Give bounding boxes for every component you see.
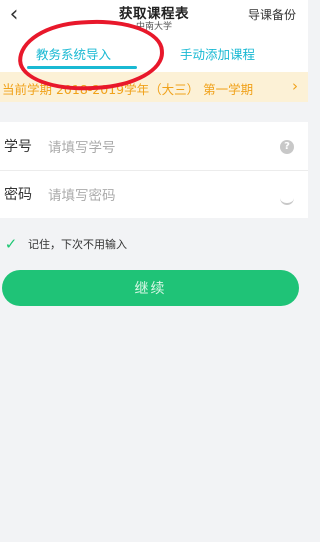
chevron-right-icon: › bbox=[292, 77, 298, 95]
remember-label: 记住，下次不用输入 bbox=[28, 238, 127, 251]
continue-button[interactable]: 继续 bbox=[2, 270, 299, 306]
student-id-label: 学号 bbox=[4, 139, 32, 155]
eye-closed-icon[interactable] bbox=[280, 197, 294, 205]
student-id-input[interactable]: 请填写学号 bbox=[48, 136, 258, 156]
check-icon[interactable]: ✓ bbox=[4, 235, 18, 253]
login-form: 学号 请填写学号 ? 密码 请填写密码 bbox=[0, 122, 308, 218]
student-id-row: 学号 请填写学号 ? bbox=[0, 122, 308, 171]
password-row: 密码 请填写密码 bbox=[0, 170, 308, 218]
tab-manual-add[interactable]: 手动添加课程 bbox=[180, 44, 255, 63]
password-input[interactable]: 请填写密码 bbox=[48, 184, 258, 204]
question-circle-icon[interactable]: ? bbox=[280, 140, 294, 154]
password-label: 密码 bbox=[4, 187, 32, 203]
remember-me[interactable]: ✓ 记住，下次不用输入 bbox=[4, 235, 127, 253]
backup-button[interactable]: 导课备份 bbox=[248, 6, 296, 23]
